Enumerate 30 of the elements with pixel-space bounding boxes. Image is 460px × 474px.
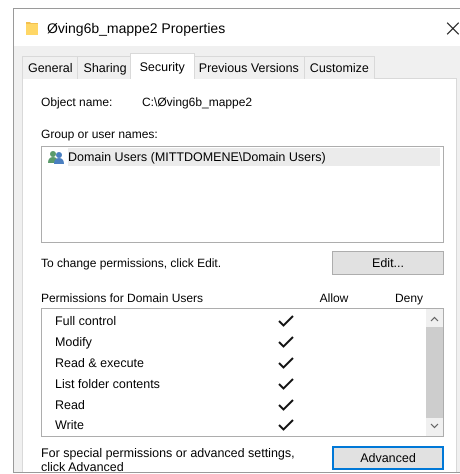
permission-name: Full control [55,314,118,328]
folder-icon [26,20,38,35]
permission-name: Read & execute [55,356,145,370]
edit-hint: To change permissions, click Edit. [41,256,222,270]
permissions-label: Permissions for Domain Users [41,291,204,305]
advanced-button[interactable]: Advanced [332,446,444,470]
tab[interactable]: Customize [304,56,375,79]
scroll-down-icon[interactable] [430,423,439,429]
tab[interactable]: Previous Versions [192,56,305,79]
permission-name: Write [55,418,85,432]
close-button[interactable]: × [442,14,460,42]
permission-name: List folder contents [55,376,161,391]
tab[interactable]: Security [130,53,195,79]
permission-name: Read [55,398,86,412]
tab[interactable]: Sharing [77,56,133,79]
scroll-up-icon[interactable] [430,316,439,322]
group-item[interactable]: Domain Users (MITTDOMENE\Domain Users) [68,148,440,166]
users-icon [48,150,65,164]
group-list-label: Group or user names: [41,127,159,141]
scrollbar[interactable] [426,309,443,436]
column-header: Deny [394,291,424,305]
scrollbar-thumb[interactable] [426,327,443,418]
advanced-hint: For special permissions or advanced settings, click Advanced [41,446,296,472]
object-name-value: C:\Øving6b_mappe2 [142,95,252,109]
window-title: Øving6b_mappe2 Properties [47,20,226,36]
edit-button[interactable]: Edit... [332,251,444,275]
permission-name: Modify [55,335,93,350]
object-name-label: Object name: [41,95,114,109]
tab[interactable]: General [22,56,78,79]
column-header: Allow [318,291,350,305]
